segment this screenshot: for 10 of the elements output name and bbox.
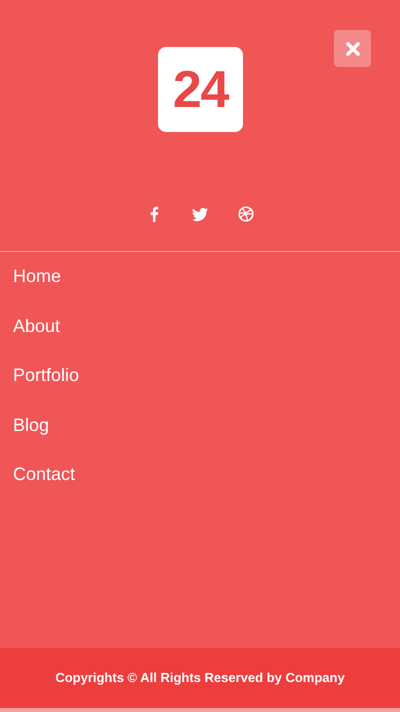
close-icon	[346, 42, 360, 56]
dribbble-icon[interactable]	[236, 204, 256, 224]
close-button[interactable]	[334, 30, 371, 67]
menu-link[interactable]: About	[13, 314, 80, 338]
menu-link[interactable]: Contact	[13, 462, 80, 487]
menu-link[interactable]: Portfolio	[13, 363, 80, 388]
copyright-text: Copyrights © All Rights Reserved by Company	[55, 669, 345, 688]
menu-link[interactable]: Blog	[13, 412, 80, 438]
logo: 24	[158, 47, 243, 132]
menu-link[interactable]: Home	[13, 264, 80, 289]
